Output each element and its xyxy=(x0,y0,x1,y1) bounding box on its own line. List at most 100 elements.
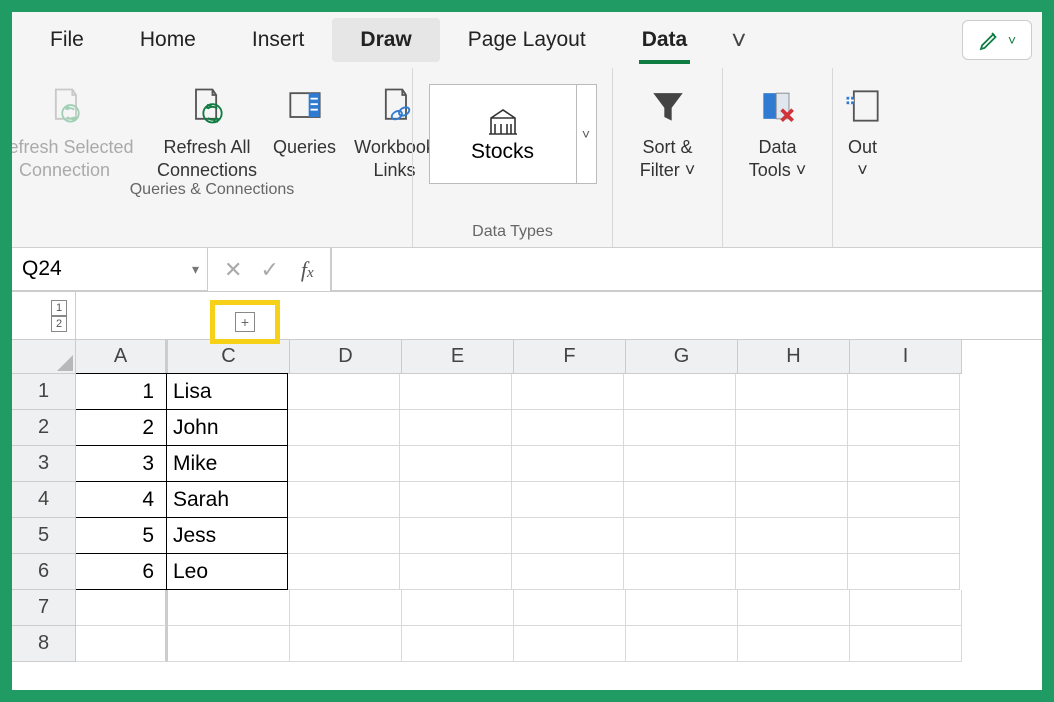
cell[interactable]: Leo xyxy=(166,553,288,590)
cell[interactable] xyxy=(624,518,736,554)
row-header[interactable]: 2 xyxy=(12,410,76,446)
cell[interactable] xyxy=(512,518,624,554)
cell[interactable] xyxy=(624,446,736,482)
formula-input[interactable] xyxy=(331,248,1042,291)
tab-insert[interactable]: Insert xyxy=(224,18,333,62)
tab-overflow-chevron-icon[interactable]: ˅ xyxy=(715,25,762,56)
cell[interactable] xyxy=(848,518,960,554)
row-header[interactable]: 5 xyxy=(12,518,76,554)
cell[interactable] xyxy=(512,554,624,590)
cell[interactable] xyxy=(76,590,168,626)
chevron-down-icon[interactable]: ▾ xyxy=(192,261,199,278)
cell[interactable] xyxy=(848,482,960,518)
select-all-corner[interactable] xyxy=(12,340,76,374)
refresh-all-button[interactable]: Refresh All Connections xyxy=(150,78,265,181)
cell[interactable] xyxy=(290,626,402,662)
data-tools-button[interactable]: Data Tools ˅ xyxy=(728,78,828,181)
row-header[interactable]: 3 xyxy=(12,446,76,482)
cell[interactable] xyxy=(736,518,848,554)
cell[interactable] xyxy=(736,410,848,446)
cell[interactable] xyxy=(400,446,512,482)
col-header-C[interactable]: C xyxy=(168,340,290,374)
cell[interactable] xyxy=(288,374,400,410)
cell[interactable] xyxy=(624,554,736,590)
cell[interactable] xyxy=(850,590,962,626)
cell[interactable] xyxy=(512,482,624,518)
cell[interactable] xyxy=(288,554,400,590)
tab-data[interactable]: Data xyxy=(614,18,716,62)
outline-expand-button[interactable]: + xyxy=(235,312,255,332)
cell[interactable] xyxy=(848,410,960,446)
cell[interactable] xyxy=(402,626,514,662)
cell[interactable] xyxy=(848,554,960,590)
outline-level-1[interactable]: 1 xyxy=(51,300,67,316)
cell[interactable] xyxy=(736,374,848,410)
cell[interactable] xyxy=(738,626,850,662)
col-header-A[interactable]: A xyxy=(76,340,168,374)
tab-home[interactable]: Home xyxy=(112,18,224,62)
cell[interactable]: 3 xyxy=(76,445,167,482)
cell[interactable] xyxy=(626,626,738,662)
cell[interactable] xyxy=(514,626,626,662)
stocks-button[interactable]: Stocks xyxy=(429,84,577,184)
col-header-I[interactable]: I xyxy=(850,340,962,374)
cell[interactable] xyxy=(736,482,848,518)
cell[interactable]: 2 xyxy=(76,409,167,446)
cell[interactable] xyxy=(288,482,400,518)
cell[interactable] xyxy=(402,590,514,626)
row-header[interactable]: 8 xyxy=(12,626,76,662)
fx-icon[interactable]: fx xyxy=(297,257,314,283)
spreadsheet-grid[interactable]: 1 2 3 4 5 6 7 8 A C D E F G H I 1Lisa xyxy=(12,340,1042,662)
cell[interactable] xyxy=(626,590,738,626)
cell[interactable] xyxy=(400,410,512,446)
col-header-G[interactable]: G xyxy=(626,340,738,374)
cell[interactable] xyxy=(848,446,960,482)
cell[interactable] xyxy=(512,446,624,482)
cell[interactable] xyxy=(400,554,512,590)
cell[interactable] xyxy=(514,590,626,626)
cell[interactable] xyxy=(512,410,624,446)
outline-button[interactable]: Out ˅ xyxy=(835,78,890,181)
draw-pen-button[interactable]: ˅ xyxy=(962,20,1032,60)
cell[interactable] xyxy=(400,518,512,554)
cell[interactable]: Sarah xyxy=(166,481,288,518)
cell[interactable]: Jess xyxy=(166,517,288,554)
cell[interactable]: 6 xyxy=(76,553,167,590)
stocks-dropdown[interactable]: ˅ xyxy=(577,84,597,184)
cell[interactable] xyxy=(512,374,624,410)
row-header[interactable]: 4 xyxy=(12,482,76,518)
cell[interactable] xyxy=(168,626,290,662)
cell[interactable]: Mike xyxy=(166,445,288,482)
cell[interactable]: Lisa xyxy=(166,373,288,410)
cell[interactable] xyxy=(850,626,962,662)
cell[interactable] xyxy=(848,374,960,410)
tab-file[interactable]: File xyxy=(22,18,112,62)
cell[interactable] xyxy=(624,410,736,446)
outline-level-2[interactable]: 2 xyxy=(51,316,67,332)
queries-button[interactable]: Queries xyxy=(265,78,345,181)
row-header[interactable]: 1 xyxy=(12,374,76,410)
cell[interactable] xyxy=(288,446,400,482)
col-header-F[interactable]: F xyxy=(514,340,626,374)
cell[interactable] xyxy=(400,374,512,410)
cell[interactable]: 5 xyxy=(76,517,167,554)
cell[interactable]: 1 xyxy=(76,373,167,410)
cell[interactable] xyxy=(736,446,848,482)
cell[interactable] xyxy=(624,482,736,518)
cell[interactable] xyxy=(736,554,848,590)
cell[interactable] xyxy=(290,590,402,626)
cell[interactable]: 4 xyxy=(76,481,167,518)
col-header-D[interactable]: D xyxy=(290,340,402,374)
row-header[interactable]: 7 xyxy=(12,590,76,626)
cell[interactable] xyxy=(168,590,290,626)
col-header-E[interactable]: E xyxy=(402,340,514,374)
row-header[interactable]: 6 xyxy=(12,554,76,590)
col-header-H[interactable]: H xyxy=(738,340,850,374)
tab-draw[interactable]: Draw xyxy=(332,18,439,62)
cell[interactable] xyxy=(738,590,850,626)
cell[interactable]: John xyxy=(166,409,288,446)
cell[interactable] xyxy=(76,626,168,662)
tab-page-layout[interactable]: Page Layout xyxy=(440,18,614,62)
name-box[interactable]: Q24 ▾ xyxy=(12,248,208,291)
cell[interactable] xyxy=(288,410,400,446)
